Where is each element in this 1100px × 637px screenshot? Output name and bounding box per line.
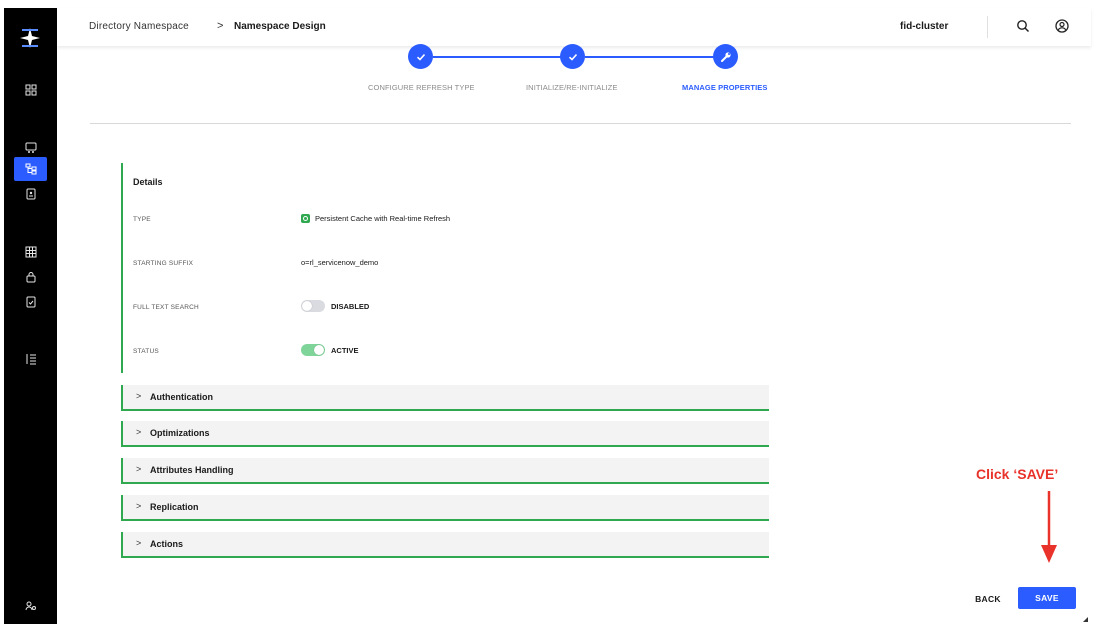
step-2-complete[interactable] xyxy=(560,44,585,69)
section-label: Attributes Handling xyxy=(150,465,234,475)
dashboard-icon[interactable] xyxy=(14,78,47,102)
schema-icon[interactable] xyxy=(14,240,47,264)
section-label: Authentication xyxy=(150,392,213,402)
type-value: Persistent Cache with Real-time Refresh xyxy=(301,214,450,223)
section-attributes-handling[interactable]: > Attributes Handling xyxy=(121,458,769,484)
breadcrumb-separator: > xyxy=(217,20,224,32)
check-icon xyxy=(568,53,577,61)
persistent-cache-icon xyxy=(301,214,310,223)
namespace-icon[interactable] xyxy=(14,157,47,181)
search-icon[interactable] xyxy=(1016,19,1030,33)
security-icon[interactable] xyxy=(14,265,47,289)
sidebar xyxy=(4,8,57,624)
starting-suffix-label: STARTING SUFFIX xyxy=(133,260,194,267)
annotation-arrow-icon xyxy=(1041,491,1057,563)
top-header: Directory Namespace > Namespace Design f… xyxy=(57,8,1091,46)
logs-icon[interactable] xyxy=(14,347,47,371)
save-button[interactable]: SAVE xyxy=(1018,587,1076,609)
stepper-connector-2 xyxy=(585,56,725,58)
check-icon xyxy=(416,53,425,61)
section-actions[interactable]: > Actions xyxy=(121,532,769,558)
user-icon[interactable] xyxy=(1055,19,1069,33)
status-toggle[interactable] xyxy=(301,344,325,356)
step-3-label[interactable]: MANAGE PROPERTIES xyxy=(682,83,767,92)
step-2-label[interactable]: INITIALIZE/RE-INITIALIZE xyxy=(526,83,618,92)
resize-handle-icon xyxy=(1083,617,1088,622)
full-text-search-state: DISABLED xyxy=(331,301,370,311)
chevron-right-icon: > xyxy=(136,538,142,548)
full-text-search-toggle[interactable] xyxy=(301,300,325,312)
logo-icon[interactable] xyxy=(18,26,42,50)
directory-browser-icon[interactable] xyxy=(14,182,47,206)
chevron-right-icon: > xyxy=(136,427,142,437)
status-state: ACTIVE xyxy=(331,345,359,355)
stepper-connector-1 xyxy=(433,56,573,58)
section-label: Replication xyxy=(150,502,199,512)
step-1-complete[interactable] xyxy=(408,44,433,69)
full-text-search-label: FULL TEXT SEARCH xyxy=(133,304,199,311)
section-label: Actions xyxy=(150,539,184,549)
chevron-right-icon: > xyxy=(136,391,142,401)
header-divider xyxy=(987,16,988,38)
chevron-right-icon: > xyxy=(136,464,142,474)
step-3-active[interactable] xyxy=(713,44,738,69)
annotation-text: Click ‘SAVE’ xyxy=(976,466,1059,482)
type-value-text: Persistent Cache with Real-time Refresh xyxy=(315,214,451,223)
type-label: TYPE xyxy=(133,216,151,223)
status-label: STATUS xyxy=(133,348,159,355)
breadcrumb-current: Namespace Design xyxy=(234,21,326,32)
starting-suffix-value: o=rl_servicenow_demo xyxy=(301,258,379,267)
back-button[interactable]: BACK xyxy=(968,591,1008,607)
section-optimizations[interactable]: > Optimizations xyxy=(121,421,769,447)
page-divider xyxy=(90,123,1071,124)
section-authentication[interactable]: > Authentication xyxy=(121,385,769,411)
audit-icon[interactable] xyxy=(14,290,47,314)
step-1-label[interactable]: CONFIGURE REFRESH TYPE xyxy=(368,83,475,92)
chevron-right-icon: > xyxy=(136,501,142,511)
wrench-icon xyxy=(720,51,731,62)
section-label: Optimizations xyxy=(150,428,210,438)
status-control: ACTIVE xyxy=(301,344,359,356)
full-text-search-control: DISABLED xyxy=(301,300,369,312)
details-panel: Details TYPE Persistent Cache with Real-… xyxy=(121,163,481,373)
details-title: Details xyxy=(133,177,163,187)
section-replication[interactable]: > Replication xyxy=(121,495,769,521)
breadcrumb-parent[interactable]: Directory Namespace xyxy=(89,21,189,32)
admin-icon[interactable] xyxy=(14,594,47,618)
cluster-name[interactable]: fid-cluster xyxy=(900,21,948,32)
